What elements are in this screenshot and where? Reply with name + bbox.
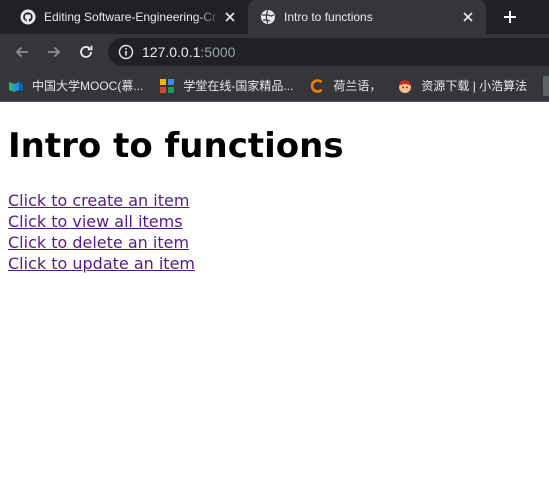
bookmark-label: 学堂在线-国家精品...	[183, 79, 294, 93]
url-port: :5000	[200, 44, 236, 60]
tab-editing[interactable]: Editing Software-Engineering-Cr	[8, 0, 248, 34]
bookmarks-overflow[interactable]	[543, 75, 549, 96]
arrow-left-icon	[15, 46, 28, 58]
bookmarks-bar: 中国大学MOOC(慕... 学堂在线-国家精品... 荷兰语， 资源下载 | 小…	[0, 70, 549, 102]
plus-icon	[504, 11, 516, 23]
page-title: Intro to functions	[8, 126, 344, 166]
bookmark-label: 中国大学MOOC(慕...	[32, 79, 144, 93]
bookmark-dutch[interactable]: 荷兰语，	[301, 72, 389, 100]
close-icon[interactable]	[460, 9, 476, 25]
bookmark-mooc[interactable]: 中国大学MOOC(慕...	[0, 72, 151, 100]
back-button[interactable]	[8, 38, 36, 66]
arrow-right-icon	[48, 46, 61, 58]
mooc-icon	[8, 78, 24, 94]
bookmark-xuetang[interactable]: 学堂在线-国家精品...	[151, 72, 301, 100]
c-icon	[309, 78, 325, 94]
browser-toolbar: 127.0.0.1:5000	[0, 34, 549, 70]
tab-title: Intro to functions	[284, 10, 373, 24]
github-icon	[20, 9, 36, 25]
address-bar[interactable]: 127.0.0.1:5000	[108, 38, 549, 66]
url-host: 127.0.0.1	[142, 44, 201, 60]
bookmark-label: 资源下载 | 小浩算法	[421, 79, 528, 93]
globe-icon	[260, 9, 276, 25]
link-list: Click to create an item Click to view al…	[8, 190, 541, 274]
view-items-link[interactable]: Click to view all items	[8, 212, 183, 231]
tab-title: Editing Software-Engineering-Cr	[44, 10, 217, 24]
delete-item-link[interactable]: Click to delete an item	[8, 233, 189, 252]
forward-button[interactable]	[40, 38, 68, 66]
create-item-link[interactable]: Click to create an item	[8, 191, 189, 210]
page-content: Intro to functions Click to create an it…	[0, 102, 549, 490]
avatar-icon	[397, 78, 413, 94]
new-tab-button[interactable]	[498, 5, 522, 29]
info-icon[interactable]	[118, 44, 134, 60]
browser-window: Editing Software-Engineering-Cr Intro to…	[0, 0, 549, 490]
bookmark-xiaohao[interactable]: 资源下载 | 小浩算法	[389, 72, 535, 100]
update-item-link[interactable]: Click to update an item	[8, 254, 195, 273]
url-text: 127.0.0.1:5000	[142, 44, 235, 60]
tab-strip: Editing Software-Engineering-Cr Intro to…	[0, 0, 549, 34]
xuetang-icon	[159, 78, 175, 94]
close-icon[interactable]	[222, 9, 238, 25]
reload-button[interactable]	[72, 38, 100, 66]
tab-intro-to-functions[interactable]: Intro to functions	[248, 0, 486, 34]
bookmark-label: 荷兰语，	[333, 79, 382, 93]
reload-icon	[80, 45, 93, 58]
